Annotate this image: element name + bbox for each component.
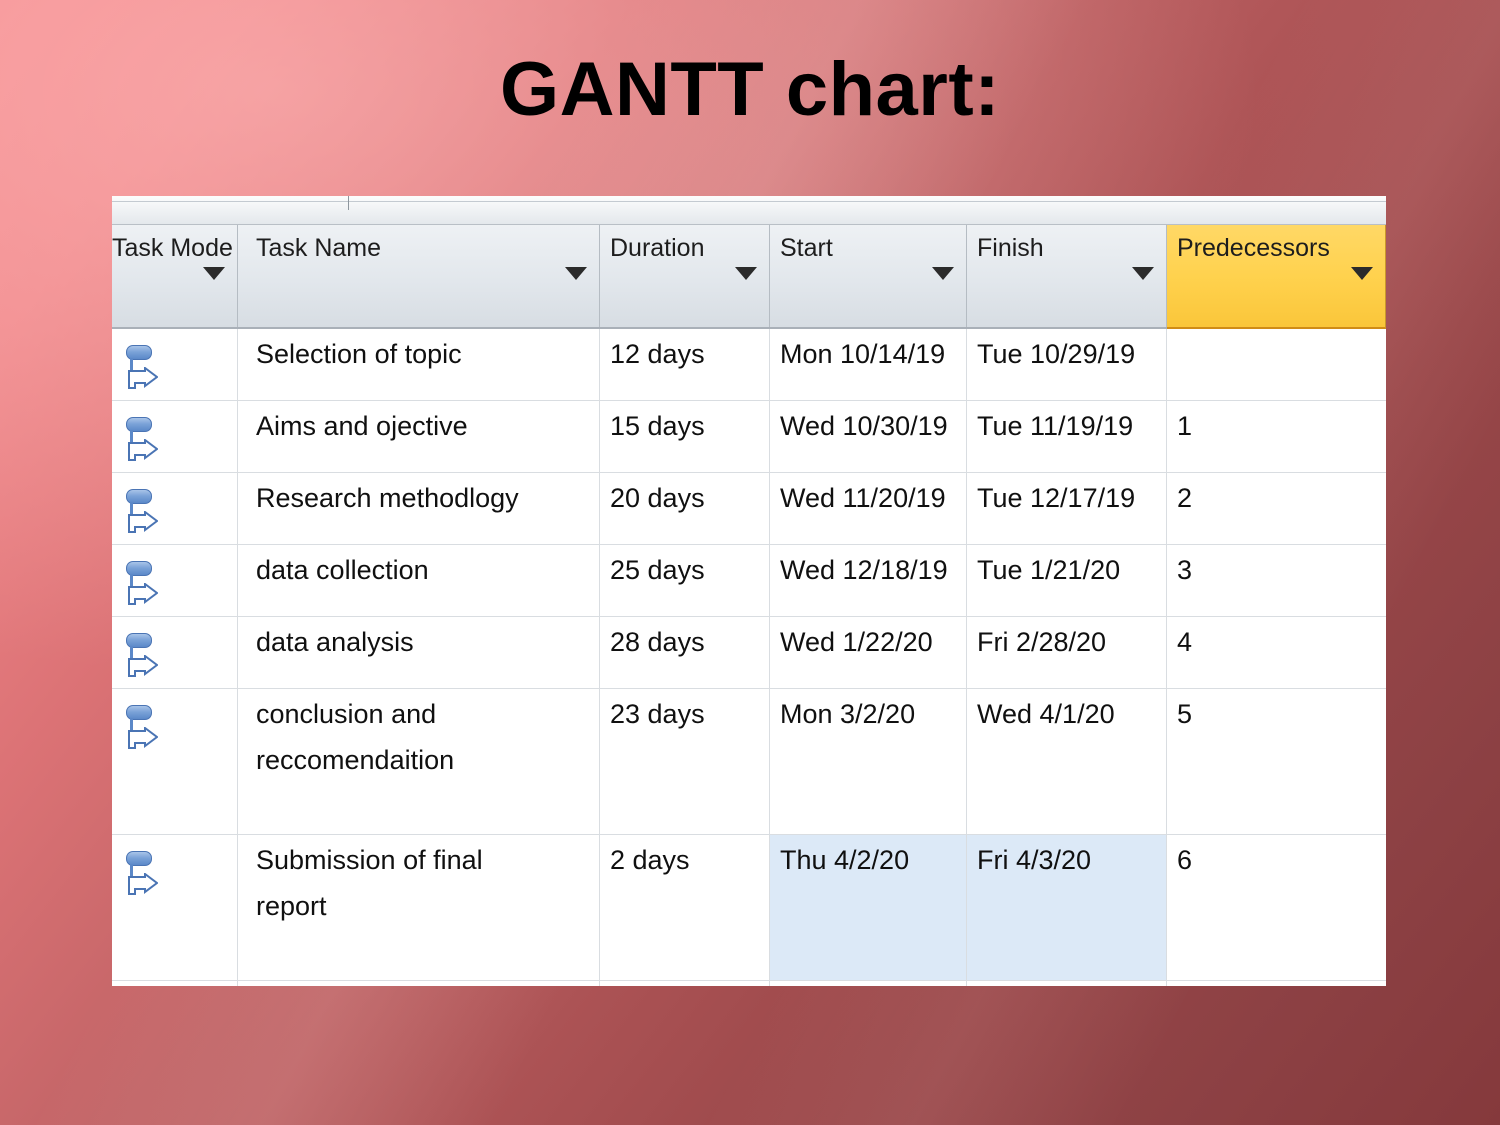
cell-task-name-line1: conclusion and [256, 699, 437, 729]
filter-arrow-icon[interactable] [565, 267, 587, 280]
filter-arrow-icon[interactable] [1132, 267, 1154, 280]
column-header-predecessors-label: Predecessors [1177, 234, 1330, 262]
table-row[interactable]: conclusion and reccomendaition 23 days M… [112, 689, 1386, 835]
cell-start[interactable]: Mon 3/2/20 [770, 689, 967, 834]
cell-start[interactable]: Wed 12/18/19 [770, 545, 967, 616]
column-header-task-mode[interactable]: Task Mode [112, 225, 238, 327]
cell-task-name-line1: Submission of final [256, 845, 483, 875]
cell-predecessors[interactable]: 2 [1167, 473, 1386, 544]
arrow-flag-shape [128, 727, 158, 749]
arrow-flag-shape [128, 367, 158, 389]
cell-duration[interactable] [600, 981, 770, 986]
cell-task-name[interactable]: Aims and ojective [238, 401, 600, 472]
column-header-finish-label: Finish [977, 234, 1044, 262]
timescale-strip [112, 196, 1386, 225]
cell-start[interactable]: Mon 10/14/19 [770, 329, 967, 400]
cell-duration[interactable]: 25 days [600, 545, 770, 616]
cell-task-mode[interactable] [112, 981, 238, 986]
timescale-tick [348, 196, 349, 210]
cell-start[interactable]: Thu 4/2/20 [770, 835, 967, 980]
cell-task-name[interactable] [238, 981, 600, 986]
cell-start[interactable]: Wed 11/20/19 [770, 473, 967, 544]
cell-start[interactable]: Wed 10/30/19 [770, 401, 967, 472]
cell-task-name[interactable]: Research methodlogy [238, 473, 600, 544]
cell-finish[interactable] [967, 981, 1167, 986]
table-row-empty[interactable] [112, 981, 1386, 986]
column-header-duration[interactable]: Duration [600, 225, 770, 327]
cell-task-name[interactable]: conclusion and reccomendaition [238, 689, 600, 834]
table-row[interactable]: Aims and ojective 15 days Wed 10/30/19 T… [112, 401, 1386, 473]
cell-task-name-line2: reccomendaition [256, 744, 455, 775]
cell-finish[interactable]: Tue 1/21/20 [967, 545, 1167, 616]
filter-arrow-icon[interactable] [1351, 267, 1373, 280]
column-header-start-label: Start [780, 234, 833, 262]
grid-header-row: Task Mode Task Name Duration Start Finis… [112, 225, 1386, 329]
column-header-duration-label: Duration [610, 234, 705, 262]
filter-arrow-icon[interactable] [932, 267, 954, 280]
arrow-flag-shape [128, 511, 158, 533]
arrow-flag-shape [128, 583, 158, 605]
page-title: GANTT chart: [500, 47, 1000, 132]
cell-finish[interactable]: Tue 10/29/19 [967, 329, 1167, 400]
column-header-task-name[interactable]: Task Name [238, 225, 600, 327]
arrow-flag-shape [128, 439, 158, 461]
arrow-flag-shape [128, 655, 158, 677]
cell-task-mode[interactable] [112, 473, 238, 544]
cell-task-mode[interactable] [112, 835, 238, 980]
cell-finish[interactable]: Fri 4/3/20 [967, 835, 1167, 980]
cell-duration[interactable]: 12 days [600, 329, 770, 400]
column-header-start[interactable]: Start [770, 225, 967, 327]
cell-task-name[interactable]: data analysis [238, 617, 600, 688]
filter-arrow-icon[interactable] [203, 267, 225, 280]
cell-predecessors[interactable]: 4 [1167, 617, 1386, 688]
cell-duration[interactable]: 20 days [600, 473, 770, 544]
table-row[interactable]: Submission of final report 2 days Thu 4/… [112, 835, 1386, 981]
project-task-grid[interactable]: Task Mode Task Name Duration Start Finis… [112, 196, 1386, 986]
cell-predecessors[interactable]: 3 [1167, 545, 1386, 616]
cell-predecessors[interactable]: 5 [1167, 689, 1386, 834]
cell-task-mode[interactable] [112, 617, 238, 688]
cell-duration[interactable]: 15 days [600, 401, 770, 472]
manually-scheduled-icon [124, 345, 164, 393]
column-header-task-name-label: Task Name [256, 234, 382, 262]
column-header-predecessors[interactable]: Predecessors [1167, 225, 1386, 329]
table-row[interactable]: data analysis 28 days Wed 1/22/20 Fri 2/… [112, 617, 1386, 689]
table-row[interactable]: Selection of topic 12 days Mon 10/14/19 … [112, 329, 1386, 401]
cell-task-mode[interactable] [112, 329, 238, 400]
cell-duration[interactable]: 23 days [600, 689, 770, 834]
filter-arrow-icon[interactable] [735, 267, 757, 280]
column-header-task-mode-label: Task Mode [112, 234, 233, 262]
cell-task-name[interactable]: Selection of topic [238, 329, 600, 400]
manually-scheduled-icon [124, 705, 164, 753]
cell-task-name[interactable]: data collection [238, 545, 600, 616]
cell-finish[interactable]: Tue 11/19/19 [967, 401, 1167, 472]
cell-task-mode[interactable] [112, 401, 238, 472]
cell-predecessors[interactable] [1167, 981, 1386, 986]
cell-finish[interactable]: Tue 12/17/19 [967, 473, 1167, 544]
timescale-rule [112, 201, 1386, 202]
cell-start[interactable]: Wed 1/22/20 [770, 617, 967, 688]
cell-predecessors[interactable]: 6 [1167, 835, 1386, 980]
cell-start[interactable] [770, 981, 967, 986]
manually-scheduled-icon [124, 417, 164, 465]
cell-finish[interactable]: Fri 2/28/20 [967, 617, 1167, 688]
table-row[interactable]: Research methodlogy 20 days Wed 11/20/19… [112, 473, 1386, 545]
cell-finish[interactable]: Wed 4/1/20 [967, 689, 1167, 834]
cell-predecessors[interactable] [1167, 329, 1386, 400]
cell-duration[interactable]: 28 days [600, 617, 770, 688]
cell-task-name-line2: report [256, 890, 327, 921]
table-row[interactable]: data collection 25 days Wed 12/18/19 Tue… [112, 545, 1386, 617]
cell-task-name[interactable]: Submission of final report [238, 835, 600, 980]
cell-task-mode[interactable] [112, 545, 238, 616]
cell-task-mode[interactable] [112, 689, 238, 834]
cell-duration[interactable]: 2 days [600, 835, 770, 980]
manually-scheduled-icon [124, 633, 164, 681]
arrow-flag-shape [128, 873, 158, 895]
manually-scheduled-icon [124, 851, 164, 899]
column-header-finish[interactable]: Finish [967, 225, 1167, 327]
cell-predecessors[interactable]: 1 [1167, 401, 1386, 472]
manually-scheduled-icon [124, 489, 164, 537]
manually-scheduled-icon [124, 561, 164, 609]
